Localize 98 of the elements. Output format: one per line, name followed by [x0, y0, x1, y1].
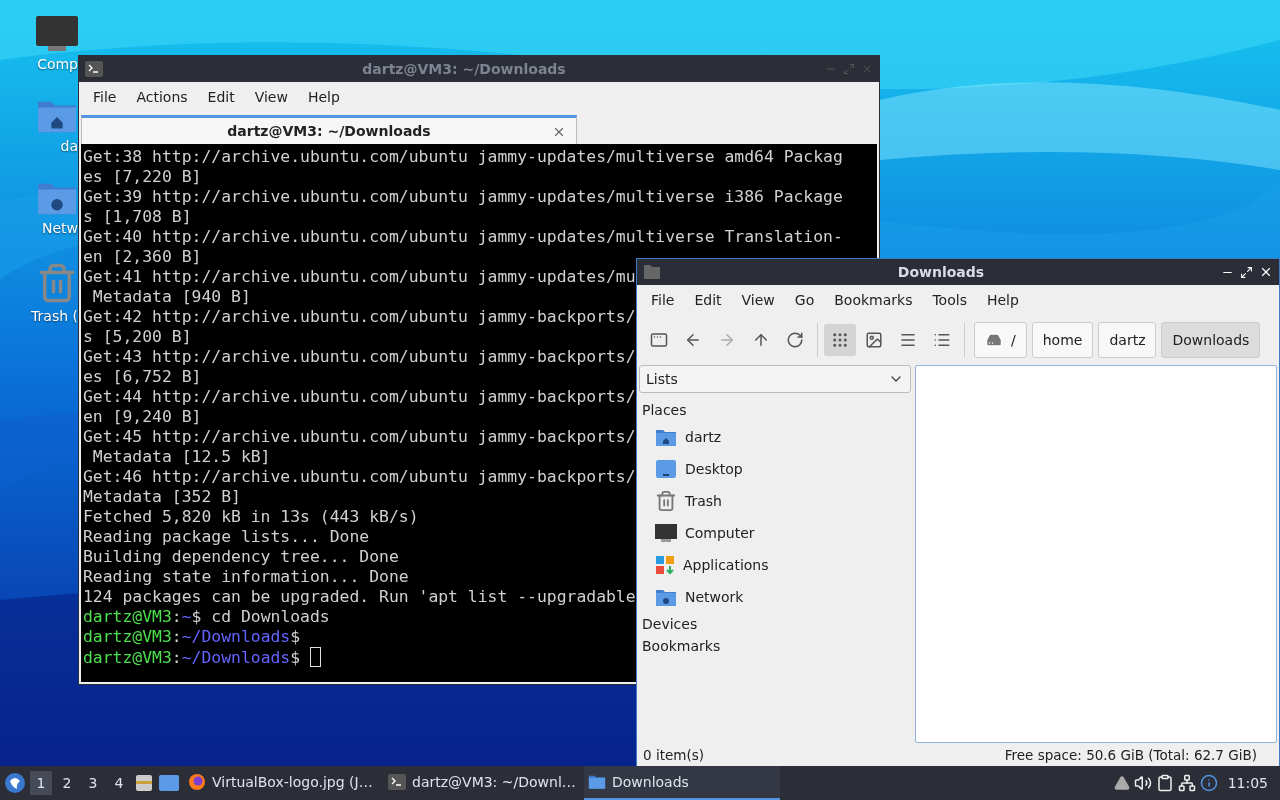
- drive-icon: [985, 331, 1003, 349]
- workspace-button[interactable]: 2: [56, 771, 78, 795]
- section-heading[interactable]: Places: [639, 399, 911, 421]
- folder-icon: [588, 774, 606, 790]
- terminal-icon: [85, 61, 103, 77]
- place-item[interactable]: dartz: [685, 429, 722, 445]
- menu-item[interactable]: Bookmarks: [824, 288, 923, 312]
- place-item[interactable]: Trash: [685, 493, 722, 509]
- network-icon[interactable]: [1177, 774, 1196, 792]
- path-button[interactable]: home: [1031, 322, 1094, 358]
- section-heading[interactable]: Devices: [639, 613, 911, 635]
- place-item[interactable]: Computer: [685, 525, 755, 541]
- menu-item[interactable]: Help: [297, 85, 350, 109]
- terminal-line: Get:45 http://archive.ubuntu.com/ubuntu jammy-backports/: [83, 427, 636, 447]
- place-item[interactable]: Desktop: [685, 461, 743, 477]
- workspace-button[interactable]: 4: [108, 771, 130, 795]
- terminal-line: Get:44 http://archive.ubuntu.com/ubuntu jammy-backports/: [83, 387, 636, 407]
- section-heading[interactable]: Bookmarks: [639, 635, 911, 657]
- terminal-line: Get:43 http://archive.ubuntu.com/ubuntu jammy-backports/: [83, 347, 636, 367]
- path-button[interactable]: dartz: [1098, 322, 1157, 358]
- terminal-line: Reading package lists... Done: [83, 527, 370, 547]
- new-window-icon: [650, 331, 668, 349]
- reload-icon: [786, 331, 804, 349]
- terminal-line: Get:39 http://archive.ubuntu.com/ubuntu jammy-updates/multiverse i386 Package: [83, 187, 843, 207]
- volume-icon[interactable]: [1133, 774, 1152, 792]
- menu-item[interactable]: Edit: [684, 288, 732, 312]
- terminal-line: Metadata [352 B]: [83, 487, 241, 507]
- browser-icon: [188, 773, 206, 791]
- view-mode-button[interactable]: [824, 324, 856, 356]
- terminal-line: Get:41 http://archive.ubuntu.com/ubuntu jammy-updates/mu: [83, 267, 636, 287]
- path-button[interactable]: Downloads: [1161, 322, 1261, 358]
- network-folder-icon: [655, 587, 677, 607]
- terminal-line: en [2,360 B]: [83, 247, 202, 267]
- start-menu-icon[interactable]: [4, 772, 26, 794]
- menu-item[interactable]: Help: [976, 288, 1029, 312]
- maximize-icon[interactable]: [1240, 265, 1253, 279]
- workspace-button[interactable]: 1: [30, 771, 52, 795]
- arrow-icon[interactable]: [1113, 775, 1130, 791]
- place-item[interactable]: Network: [685, 589, 744, 605]
- grid-icon: [831, 331, 849, 349]
- terminal-line: Reading state information... Done: [83, 567, 409, 587]
- terminal-line: Get:46 http://archive.ubuntu.com/ubuntu jammy-backports/: [83, 467, 636, 487]
- path-button[interactable]: /: [974, 322, 1027, 358]
- taskbar-task[interactable]: VirtualBox-logo.jpg (J…: [184, 766, 380, 800]
- lines-icon: [899, 331, 917, 349]
- taskbar-task[interactable]: dartz@VM3: ~/Downl…: [384, 766, 580, 800]
- image-icon: [865, 331, 883, 349]
- menu-item[interactable]: File: [83, 85, 127, 109]
- arrow-right-icon: [718, 331, 736, 349]
- side-pane-select[interactable]: Lists: [639, 365, 911, 393]
- window-title: dartz@VM3: ~/Downloads: [361, 61, 567, 77]
- terminal-line: Building dependency tree... Done: [83, 547, 399, 567]
- menu-item[interactable]: Tools: [922, 288, 977, 312]
- terminal-line: es [7,220 B]: [83, 167, 202, 187]
- terminal-icon: [388, 774, 406, 790]
- info-icon[interactable]: [1199, 774, 1218, 792]
- window-title: Downloads: [896, 264, 986, 280]
- menu-item[interactable]: File: [641, 288, 685, 312]
- terminal-line: en [9,240 B]: [83, 407, 202, 427]
- terminal-line: Get:42 http://archive.ubuntu.com/ubuntu jammy-backports/: [83, 307, 636, 327]
- menu-item[interactable]: View: [731, 288, 785, 312]
- applications-icon: [655, 555, 675, 575]
- folder-icon: [643, 264, 661, 280]
- item-count: 0 item(s): [643, 747, 704, 763]
- terminal-line: 124 packages can be upgraded. Run 'apt list --upgradable: [83, 587, 636, 607]
- desktop-icon[interactable]: [158, 774, 180, 792]
- menu-item[interactable]: Go: [784, 288, 825, 312]
- file-cabinet-icon[interactable]: [134, 773, 154, 793]
- terminal-line: Metadata [940 B]: [91, 287, 251, 307]
- clock[interactable]: 11:05: [1221, 775, 1276, 791]
- desktop-icon: [655, 459, 677, 479]
- terminal-line: s [5,200 B]: [83, 327, 192, 347]
- terminal-line: s [1,708 B]: [83, 207, 192, 227]
- tab-label: dartz@VM3: ~/Downloads: [227, 123, 431, 139]
- monitor-icon: [36, 16, 78, 52]
- list-icon: [933, 331, 951, 349]
- menu-item[interactable]: Edit: [197, 85, 245, 109]
- terminal-line: es [6,752 B]: [83, 367, 202, 387]
- home-folder-icon: [655, 427, 677, 447]
- desktop-icon-label[interactable]: Trash (: [31, 308, 78, 325]
- prompt-line: dartz@VM3:~/Downloads$: [83, 647, 322, 668]
- terminal-tab[interactable]: dartz@VM3: ~/Downloads: [81, 115, 577, 144]
- terminal-line: Fetched 5,820 kB in 13s (443 kB/s): [83, 507, 419, 527]
- monitor-icon: [655, 523, 677, 543]
- close-icon[interactable]: [1259, 265, 1273, 279]
- free-space: Free space: 50.6 GiB (Total: 62.7 GiB): [1004, 747, 1257, 763]
- menu-item[interactable]: Actions: [126, 85, 198, 109]
- workspace-button[interactable]: 3: [82, 771, 104, 795]
- taskbar-task[interactable]: Downloads: [584, 766, 780, 800]
- menu-item[interactable]: View: [244, 85, 298, 109]
- prompt-line: dartz@VM3:~/Downloads$: [83, 627, 301, 647]
- prompt-line: dartz@VM3:~$ cd Downloads: [83, 607, 330, 627]
- place-item[interactable]: Applications: [683, 557, 769, 573]
- terminal-line: Get:38 http://archive.ubuntu.com/ubuntu jammy-updates/multiverse amd64 Packag: [83, 147, 843, 167]
- terminal-line: Get:40 http://archive.ubuntu.com/ubuntu jammy-updates/multiverse Translation-: [83, 227, 843, 247]
- clipboard-icon[interactable]: [1155, 774, 1174, 792]
- terminal-line: Metadata [12.5 kB]: [91, 447, 271, 467]
- trash-icon: [655, 490, 677, 512]
